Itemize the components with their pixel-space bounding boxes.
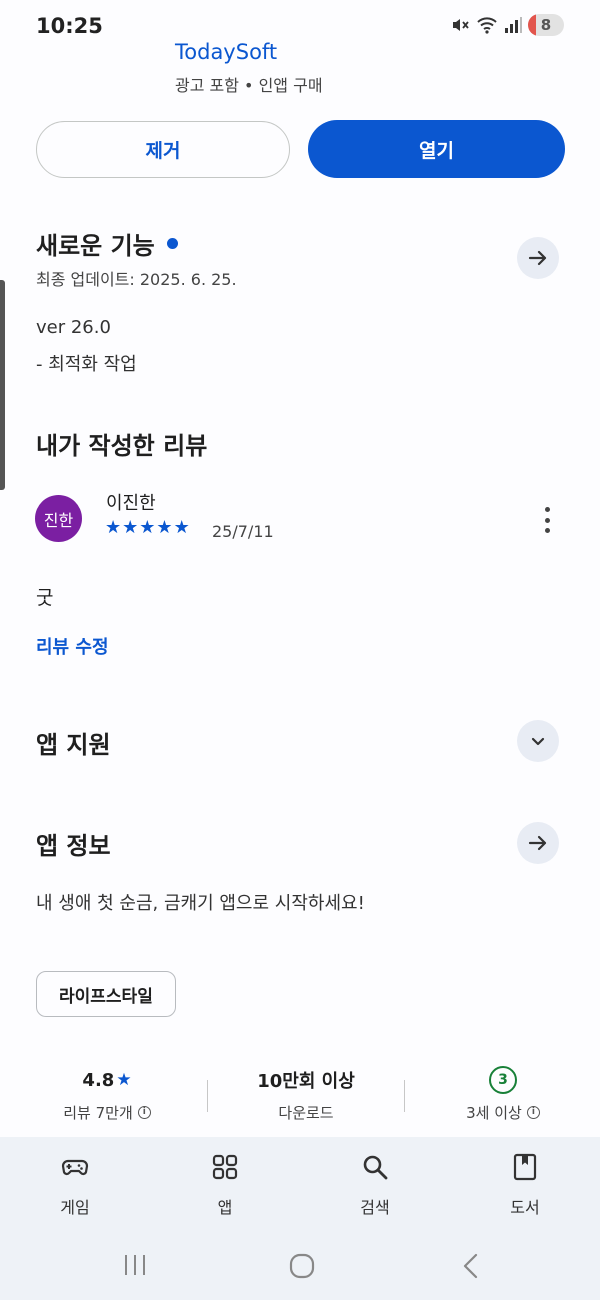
mute-icon xyxy=(453,19,469,31)
rating-value: 4.8 xyxy=(82,1069,115,1091)
remove-button[interactable]: 제거 xyxy=(36,121,290,178)
whats-new-title: 새로운 기능 xyxy=(36,232,155,260)
review-text: 굿 xyxy=(36,587,54,609)
open-button[interactable]: 열기 xyxy=(308,120,565,178)
back-icon xyxy=(463,1253,478,1279)
star-icon: ★ xyxy=(156,517,173,538)
star-icon: ★ xyxy=(105,517,122,538)
more-options-icon[interactable] xyxy=(534,504,560,536)
nav-item-books[interactable]: 도서 xyxy=(475,1152,575,1218)
status-icons: 8 xyxy=(450,14,564,36)
developer-link[interactable]: TodaySoft xyxy=(175,40,277,64)
apps-grid-icon xyxy=(212,1154,238,1180)
battery-icon: 8 xyxy=(528,14,564,36)
edit-review-link[interactable]: 리뷰 수정 xyxy=(36,633,109,659)
rating-stat: 4.8 ★ 리뷰 7만개 i xyxy=(42,1066,172,1123)
category-chip[interactable]: 라이프스타일 xyxy=(36,971,176,1017)
nav-item-games[interactable]: 게임 xyxy=(25,1152,125,1218)
star-icon: ★ xyxy=(116,1070,132,1090)
info-icon[interactable]: i xyxy=(137,1106,151,1119)
battery-level: 8 xyxy=(540,16,552,34)
star-icon: ★ xyxy=(139,517,156,538)
edge-panel-handle[interactable] xyxy=(0,280,5,490)
downloads-value: 10만회 이상 xyxy=(257,1071,355,1092)
stat-divider xyxy=(207,1080,208,1112)
age-rating-stat: 3 3세 이상 i xyxy=(433,1066,573,1123)
review-date: 25/7/11 xyxy=(212,522,274,541)
age-rating-badge: 3 xyxy=(489,1066,517,1094)
whats-new-header[interactable]: 새로운 기능 xyxy=(36,226,178,261)
last-update: 최종 업데이트: 2025. 6. 25. xyxy=(36,270,237,289)
downloads-stat: 10만회 이상 다운로드 xyxy=(226,1066,386,1123)
home-icon xyxy=(289,1253,315,1279)
arrow-right-icon xyxy=(528,835,547,851)
app-meta: 광고 포함 • 인앱 구매 xyxy=(175,76,323,95)
book-icon xyxy=(513,1153,537,1181)
age-rating-label: 3세 이상 xyxy=(466,1104,522,1122)
status-time: 10:25 xyxy=(36,14,103,38)
back-button[interactable] xyxy=(459,1252,483,1284)
nav-label-search: 검색 xyxy=(360,1198,390,1217)
recent-apps-button[interactable] xyxy=(122,1252,148,1282)
review-stars: ★ ★ ★ ★ ★ xyxy=(105,518,190,538)
nav-label-apps: 앱 xyxy=(217,1198,233,1217)
rating-label: 리뷰 7만개 xyxy=(63,1104,133,1122)
chevron-down-icon xyxy=(531,737,545,746)
wifi-icon xyxy=(477,17,497,34)
new-indicator-dot xyxy=(166,238,178,249)
search-icon xyxy=(363,1155,388,1180)
star-icon: ★ xyxy=(122,517,139,538)
nav-item-search[interactable]: 검색 xyxy=(325,1152,425,1218)
downloads-label: 다운로드 xyxy=(278,1104,334,1122)
nav-label-games: 게임 xyxy=(60,1198,90,1217)
my-review-title: 내가 작성한 리뷰 xyxy=(36,432,208,460)
recent-apps-icon xyxy=(125,1255,145,1275)
about-description: 내 생애 첫 순금, 금캐기 앱으로 시작하세요! xyxy=(36,893,365,914)
version-text: ver 26.0 xyxy=(36,317,111,338)
reviewer-name: 이진한 xyxy=(106,493,156,514)
app-support-title[interactable]: 앱 지원 xyxy=(36,725,111,760)
stat-divider xyxy=(404,1080,405,1112)
info-icon[interactable]: i xyxy=(526,1106,540,1119)
star-icon: ★ xyxy=(173,517,190,538)
whats-new-arrow-button[interactable] xyxy=(517,237,559,279)
nav-item-apps[interactable]: 앱 xyxy=(175,1152,275,1218)
gamepad-icon xyxy=(61,1159,89,1176)
arrow-right-icon xyxy=(528,250,547,266)
change-item: - 최적화 작업 xyxy=(36,354,137,375)
signal-icon xyxy=(505,17,522,33)
about-app-arrow-button[interactable] xyxy=(517,822,559,864)
avatar: 진한 xyxy=(35,495,82,542)
nav-label-books: 도서 xyxy=(510,1198,540,1217)
about-app-title[interactable]: 앱 정보 xyxy=(36,826,111,861)
home-button[interactable] xyxy=(288,1252,316,1284)
app-support-expand-button[interactable] xyxy=(517,720,559,762)
